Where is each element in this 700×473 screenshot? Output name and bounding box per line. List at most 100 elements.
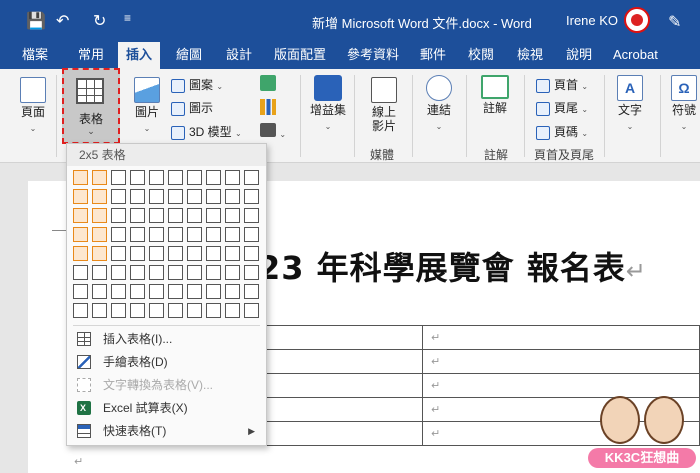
grid-cell[interactable] [168,303,183,318]
grid-cell[interactable] [206,303,221,318]
user-name[interactable]: Irene KO [566,13,618,28]
grid-cell[interactable] [111,189,126,204]
grid-cell[interactable] [244,189,259,204]
grid-cell[interactable] [225,189,240,204]
text-button[interactable]: A 文字 ⌄ [614,75,646,132]
grid-cell[interactable] [206,170,221,185]
grid-cell[interactable] [187,189,202,204]
insert-table-item[interactable]: 插入表格(I)... [73,328,261,350]
shapes-button[interactable]: 圖案 ⌄ [171,76,223,93]
draw-table-item[interactable]: 手繪表格(D) [73,351,261,373]
grid-cell[interactable] [187,284,202,299]
table-button[interactable]: 表格 ⌄ [62,68,120,144]
grid-cell[interactable] [225,227,240,242]
grid-cell[interactable] [244,170,259,185]
tab-references[interactable]: 參考資料 [347,42,399,69]
grid-cell[interactable] [168,265,183,280]
chart-button[interactable] [258,99,278,115]
grid-cell[interactable] [225,170,240,185]
grid-cell[interactable] [206,208,221,223]
smartart-button[interactable] [258,75,278,91]
undo-icon[interactable]: ↶ [56,11,69,31]
grid-cell[interactable] [73,303,88,318]
links-button[interactable]: 連結 ⌄ [424,75,454,132]
grid-cell[interactable] [225,284,240,299]
grid-cell[interactable] [206,265,221,280]
symbols-button[interactable]: Ω 符號 ⌄ [668,75,700,132]
grid-cell[interactable] [206,227,221,242]
redo-icon[interactable]: ↻ [93,11,106,31]
tab-home[interactable]: 常用 [78,42,104,69]
qat-more-icon[interactable]: ≡ [124,11,131,25]
icons-button[interactable]: 圖示 [171,99,213,116]
tab-file[interactable]: 檔案 [22,42,48,69]
grid-cell[interactable] [149,246,164,261]
grid-cell[interactable] [149,208,164,223]
document-title[interactable]: 23 年科學展覽會 報名表↵ [258,243,647,289]
page-button[interactable]: 頁面 ⌄ [16,77,50,134]
grid-cell[interactable] [73,265,88,280]
save-icon[interactable]: 💾 [26,11,46,31]
addins-button[interactable]: 增益集 ⌄ [310,75,346,132]
grid-cell[interactable] [168,170,183,185]
screenshot-button[interactable]: ⌄ [258,123,288,140]
grid-cell[interactable] [73,189,88,204]
grid-cell[interactable] [168,208,183,223]
grid-cell[interactable] [92,246,107,261]
tab-view[interactable]: 檢視 [517,42,543,69]
tab-layout[interactable]: 版面配置 [274,42,326,69]
footer-button[interactable]: 頁尾 ⌄ [536,99,588,116]
grid-cell[interactable] [130,170,145,185]
excel-spreadsheet-item[interactable]: Excel 試算表(X) [73,397,261,419]
grid-cell[interactable] [111,265,126,280]
grid-cell[interactable] [111,246,126,261]
grid-cell[interactable] [149,303,164,318]
tab-mailings[interactable]: 郵件 [420,42,446,69]
tab-help[interactable]: 說明 [566,42,592,69]
grid-cell[interactable] [92,227,107,242]
grid-cell[interactable] [187,265,202,280]
tab-draw[interactable]: 繪圖 [176,42,202,69]
grid-cell[interactable] [73,246,88,261]
tab-acrobat[interactable]: Acrobat [613,42,658,69]
grid-cell[interactable] [225,265,240,280]
grid-cell[interactable] [168,246,183,261]
grid-cell[interactable] [73,284,88,299]
grid-cell[interactable] [73,170,88,185]
grid-cell[interactable] [244,246,259,261]
grid-cell[interactable] [130,208,145,223]
grid-cell[interactable] [73,227,88,242]
grid-cell[interactable] [149,227,164,242]
grid-cell[interactable] [92,208,107,223]
grid-cell[interactable] [244,303,259,318]
grid-cell[interactable] [244,284,259,299]
tab-design[interactable]: 設計 [226,42,252,69]
grid-cell[interactable] [130,189,145,204]
grid-cell[interactable] [111,170,126,185]
grid-cell[interactable] [130,303,145,318]
grid-cell[interactable] [225,246,240,261]
online-video-button[interactable]: 線上影片 [366,77,402,133]
grid-cell[interactable] [130,265,145,280]
grid-cell[interactable] [149,265,164,280]
tab-insert[interactable]: 插入 [118,42,161,69]
grid-cell[interactable] [187,170,202,185]
grid-cell[interactable] [149,170,164,185]
grid-cell[interactable] [187,246,202,261]
grid-cell[interactable] [168,284,183,299]
grid-cell[interactable] [149,189,164,204]
grid-cell[interactable] [149,284,164,299]
grid-cell[interactable] [168,227,183,242]
grid-cell[interactable] [130,227,145,242]
grid-cell[interactable] [111,303,126,318]
3d-model-button[interactable]: 3D 模型 ⌄ [171,123,242,140]
grid-cell[interactable] [92,284,107,299]
grid-cell[interactable] [111,284,126,299]
quick-tables-item[interactable]: 快速表格(T) ▶ [73,420,261,442]
grid-cell[interactable] [111,227,126,242]
grid-cell[interactable] [92,265,107,280]
grid-cell[interactable] [225,208,240,223]
grid-cell[interactable] [206,189,221,204]
comment-button[interactable]: 註解 [478,75,512,116]
grid-cell[interactable] [187,227,202,242]
